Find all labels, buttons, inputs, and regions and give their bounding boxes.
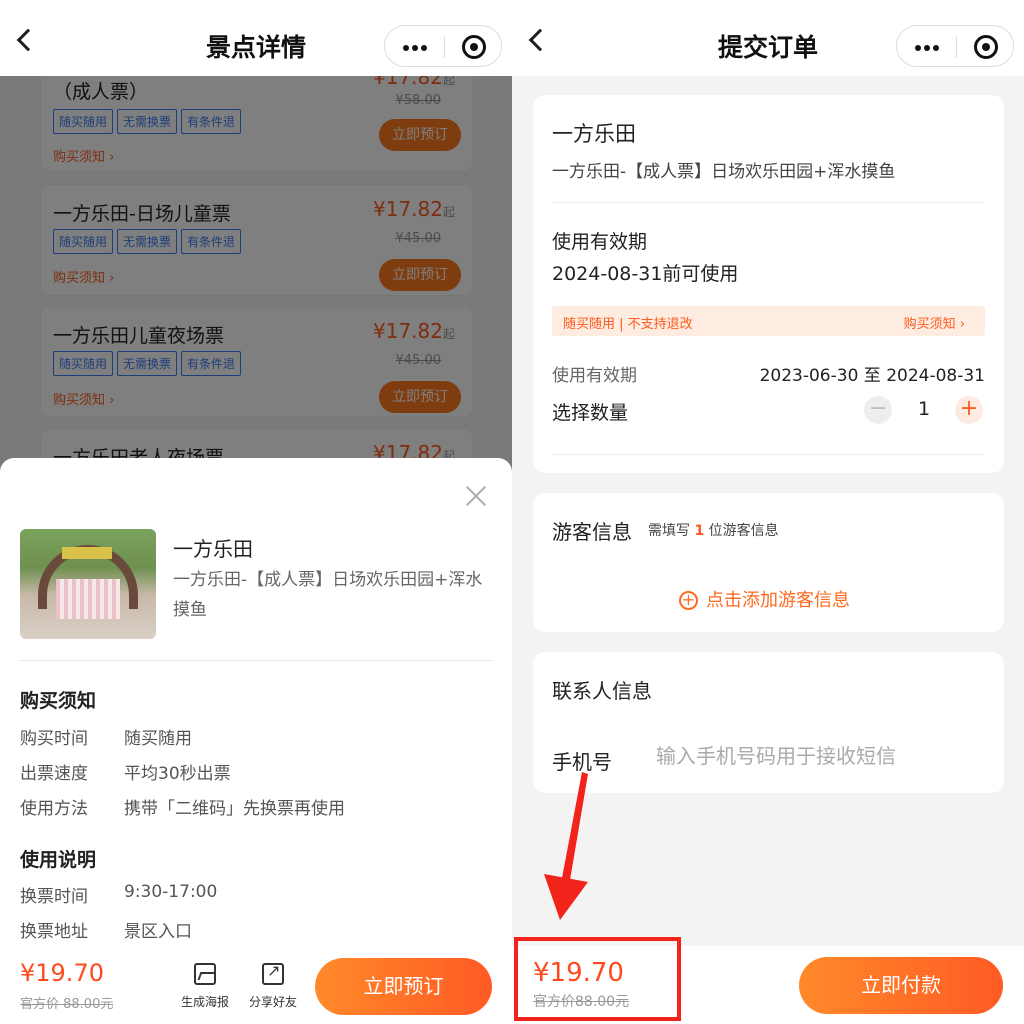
sheet-price: ¥19.70: [20, 959, 104, 987]
validity-heading: 使用有效期: [552, 231, 648, 253]
guest-info-heading: 游客信息: [552, 520, 632, 544]
mini-program-capsule: [896, 25, 1014, 67]
highlight-box: [514, 937, 681, 1021]
refund-policy-banner: 随买随用 | 不支持退改 购买须知 ›: [552, 306, 985, 336]
add-guest-button[interactable]: + 点击添加游客信息: [679, 586, 850, 612]
quantity-minus-button[interactable]: −: [864, 396, 892, 424]
info-label: 出票速度: [20, 764, 88, 784]
guest-info-hint: 需填写 1 位游客信息: [648, 520, 779, 540]
validity-text: 2024-08-31前可使用: [552, 263, 739, 285]
pay-now-button[interactable]: 立即付款: [799, 957, 1003, 1014]
sheet-orig-price: 官方价 88.00元: [20, 997, 114, 1012]
info-value: 9:30-17:00: [124, 882, 218, 902]
product-title: 一方乐田: [552, 122, 636, 146]
add-guest-label: 点击添加游客信息: [706, 590, 850, 611]
share-icon: [262, 961, 284, 985]
poster-label: 生成海报: [180, 995, 229, 1009]
close-miniprogram-icon[interactable]: [974, 35, 998, 59]
capsule-divider: [444, 36, 445, 58]
close-icon[interactable]: [466, 486, 486, 506]
ticket-detail-panel: 景点详情 （成人票） ¥17.82起 ¥58.00 随买随用无需换票有条件退 购…: [0, 0, 512, 1024]
nav-bar: 景点详情: [0, 0, 512, 76]
attraction-thumbnail: [20, 529, 156, 639]
share-label: 分享好友: [248, 995, 297, 1009]
generate-poster-button[interactable]: 生成海报: [175, 963, 235, 1010]
more-icon[interactable]: [403, 45, 427, 51]
info-row: 购买时间 随买随用: [20, 724, 192, 749]
info-row: 使用方法 携带「二维码」先换票再使用: [20, 794, 345, 819]
divider: [552, 454, 985, 455]
more-icon[interactable]: [915, 45, 939, 51]
quantity-value: 1: [918, 398, 931, 420]
validity-label: 使用有效期: [552, 366, 637, 386]
add-circle-icon: +: [679, 591, 698, 610]
hint-count: 1: [694, 523, 705, 539]
info-label: 换票地址: [20, 922, 88, 942]
image-icon: [194, 963, 216, 985]
info-label: 换票时间: [20, 887, 88, 907]
mini-program-capsule: [384, 25, 502, 67]
quantity-plus-button[interactable]: +: [955, 396, 983, 424]
book-now-button[interactable]: 立即预订: [315, 958, 492, 1015]
product-subtitle: 一方乐田-【成人票】日场欢乐田园+浑水摸鱼: [552, 162, 896, 182]
info-value: 随买随用: [124, 729, 192, 749]
divider: [552, 202, 985, 203]
purchase-notice-heading: 购买须知: [20, 690, 97, 712]
quantity-label: 选择数量: [552, 402, 629, 424]
info-label: 使用方法: [20, 799, 88, 819]
contact-heading: 联系人信息: [552, 679, 652, 703]
phone-input[interactable]: [656, 744, 976, 768]
usage-heading: 使用说明: [20, 849, 97, 871]
info-value: 携带「二维码」先换票再使用: [124, 799, 345, 819]
share-button[interactable]: 分享好友: [243, 961, 303, 1010]
purchase-notice-link[interactable]: 购买须知 ›: [904, 313, 965, 332]
arrow-annotation-icon: [544, 772, 588, 920]
info-row: 换票时间 9:30-17:00: [20, 882, 217, 907]
thumbnail-sign: [62, 547, 112, 559]
info-row: 换票地址 景区入口: [20, 917, 192, 942]
hint-prefix: 需填写: [648, 523, 690, 539]
close-miniprogram-icon[interactable]: [462, 35, 486, 59]
info-value: 景区入口: [124, 922, 192, 942]
validity-range: 2023-06-30 至 2024-08-31: [759, 366, 985, 386]
sheet-subtitle: 一方乐田-【成人票】日场欢乐田园+浑水摸鱼: [173, 570, 483, 620]
capsule-divider: [956, 36, 957, 58]
refund-policy-text: 随买随用 | 不支持退改: [563, 317, 693, 332]
thumbnail-gate: [56, 579, 120, 619]
info-row: 出票速度 平均30秒出票: [20, 759, 231, 784]
hint-suffix: 位游客信息: [708, 523, 779, 539]
divider: [20, 660, 493, 661]
info-label: 购买时间: [20, 729, 88, 749]
nav-bar: 提交订单: [512, 0, 1024, 76]
sheet-title: 一方乐田: [173, 537, 253, 561]
info-value: 平均30秒出票: [124, 764, 231, 784]
